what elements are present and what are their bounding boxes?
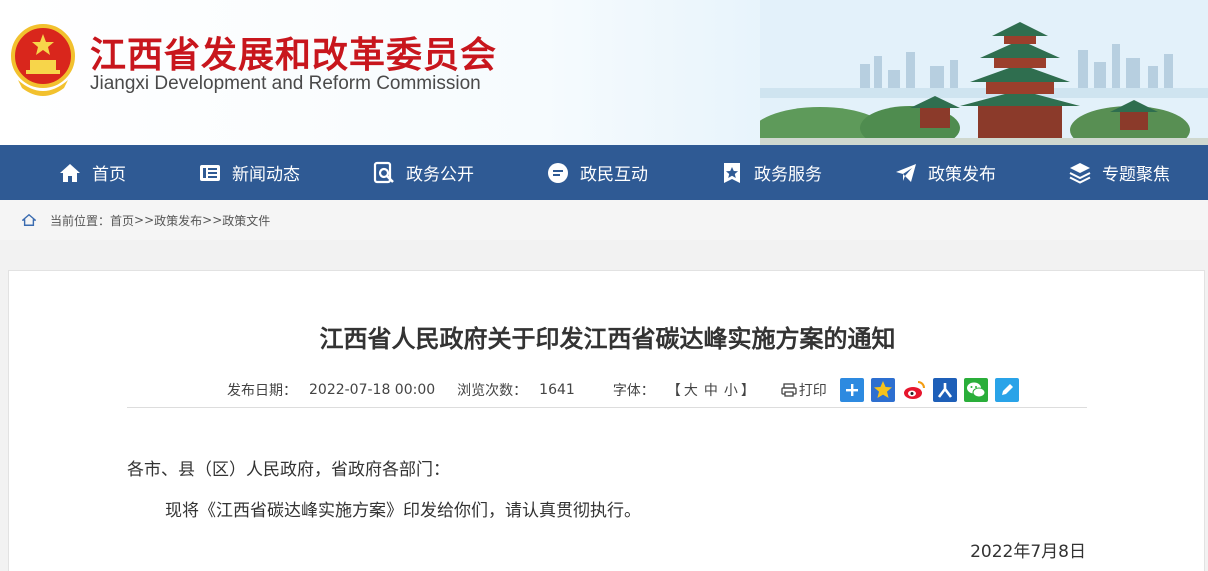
search-doc-icon [373,161,394,183]
weibo-icon[interactable] [902,378,926,402]
breadcrumb-separator: >> [202,213,223,227]
breadcrumb-prefix: 当前位置： [50,213,111,228]
meta-divider [127,407,1087,408]
publish-label: 发布日期： [227,383,297,399]
views-count: 1641 [539,382,575,398]
breadcrumb-policy[interactable]: 政策发布 [154,212,202,229]
site-header: 江西省发展和改革委员会 Jiangxi Development and Refo… [0,0,1208,145]
breadcrumb-policy-files[interactable]: 政策文件 [222,212,270,229]
edit-icon[interactable] [995,378,1019,402]
article-title: 江西省人民政府关于印发江西省碳达峰实施方案的通知 [319,325,896,353]
share-bar [840,378,1026,402]
layers-icon [1069,162,1091,184]
breadcrumb-separator: >> [134,213,155,227]
nav-item-services[interactable]: 政务服务 [720,160,822,185]
article-card: 江西省人民政府关于印发江西省碳达峰实施方案的通知 发布日期： 2022-07-1… [8,270,1205,571]
font-bracket-open: 【 [666,383,681,399]
site-title: 江西省发展和改革委员会 [90,35,498,76]
site-subtitle: Jiangxi Development and Reform Commissio… [90,73,481,94]
printer-icon [781,383,797,397]
national-emblem-icon [11,24,75,96]
article-salutation: 各市、县（区）人民政府，省政府各部门： [127,460,450,480]
views-label: 浏览次数： [457,383,528,399]
banner-scenery [760,0,1208,145]
star-badge-icon [724,162,740,183]
font-label: 字体： [612,383,655,399]
print-button[interactable]: 打印 [781,380,827,400]
nav-item-interaction[interactable]: 政民互动 [546,160,648,185]
add-icon[interactable] [840,378,864,402]
nav-item-label: 政民互动 [580,165,648,185]
favorite-star-icon[interactable] [871,378,895,402]
main-nav: 首页 新闻动态 政务公开 政民互动 政务服务 政策发布 专题聚焦 [0,145,1208,200]
nav-item-news[interactable]: 新闻动态 [198,160,300,185]
nav-item-policy[interactable]: 政策发布 [894,160,996,185]
home-icon [22,213,36,226]
chat-icon [548,162,568,183]
font-size-medium[interactable]: 中 [704,380,718,400]
home-icon [60,163,80,182]
breadcrumb: 当前位置： 首页 >> 政策发布 >> 政策文件 [0,200,1208,240]
article-body-paragraph: 现将《江西省碳达峰实施方案》印发给你们，请认真贯彻执行。 [165,501,641,521]
font-size-small[interactable]: 小 [724,380,738,400]
paper-plane-icon [896,163,916,182]
font-bracket-close: 】 [740,383,755,399]
people-icon[interactable] [933,378,957,402]
nav-item-label: 政策发布 [928,165,996,185]
breadcrumb-home[interactable]: 首页 [110,212,134,229]
publish-date: 2022-07-18 00:00 [309,382,436,398]
font-size-large[interactable]: 大 [684,380,698,400]
article-meta: 发布日期： 2022-07-18 00:00 浏览次数： 1641 字体： 【 … [227,377,827,403]
article-date: 2022年7月8日 [970,542,1086,562]
nav-item-gov-affairs[interactable]: 政务公开 [372,160,474,185]
print-label: 打印 [798,383,827,399]
nav-item-label: 新闻动态 [232,165,300,185]
nav-item-label: 专题聚焦 [1102,165,1170,185]
news-icon [200,164,220,181]
nav-item-label: 政务服务 [754,165,822,185]
nav-item-label: 政务公开 [406,165,474,185]
wechat-icon[interactable] [964,378,988,402]
nav-item-home[interactable]: 首页 [58,160,126,185]
nav-item-label: 首页 [92,165,126,185]
nav-item-topics[interactable]: 专题聚焦 [1068,160,1170,185]
